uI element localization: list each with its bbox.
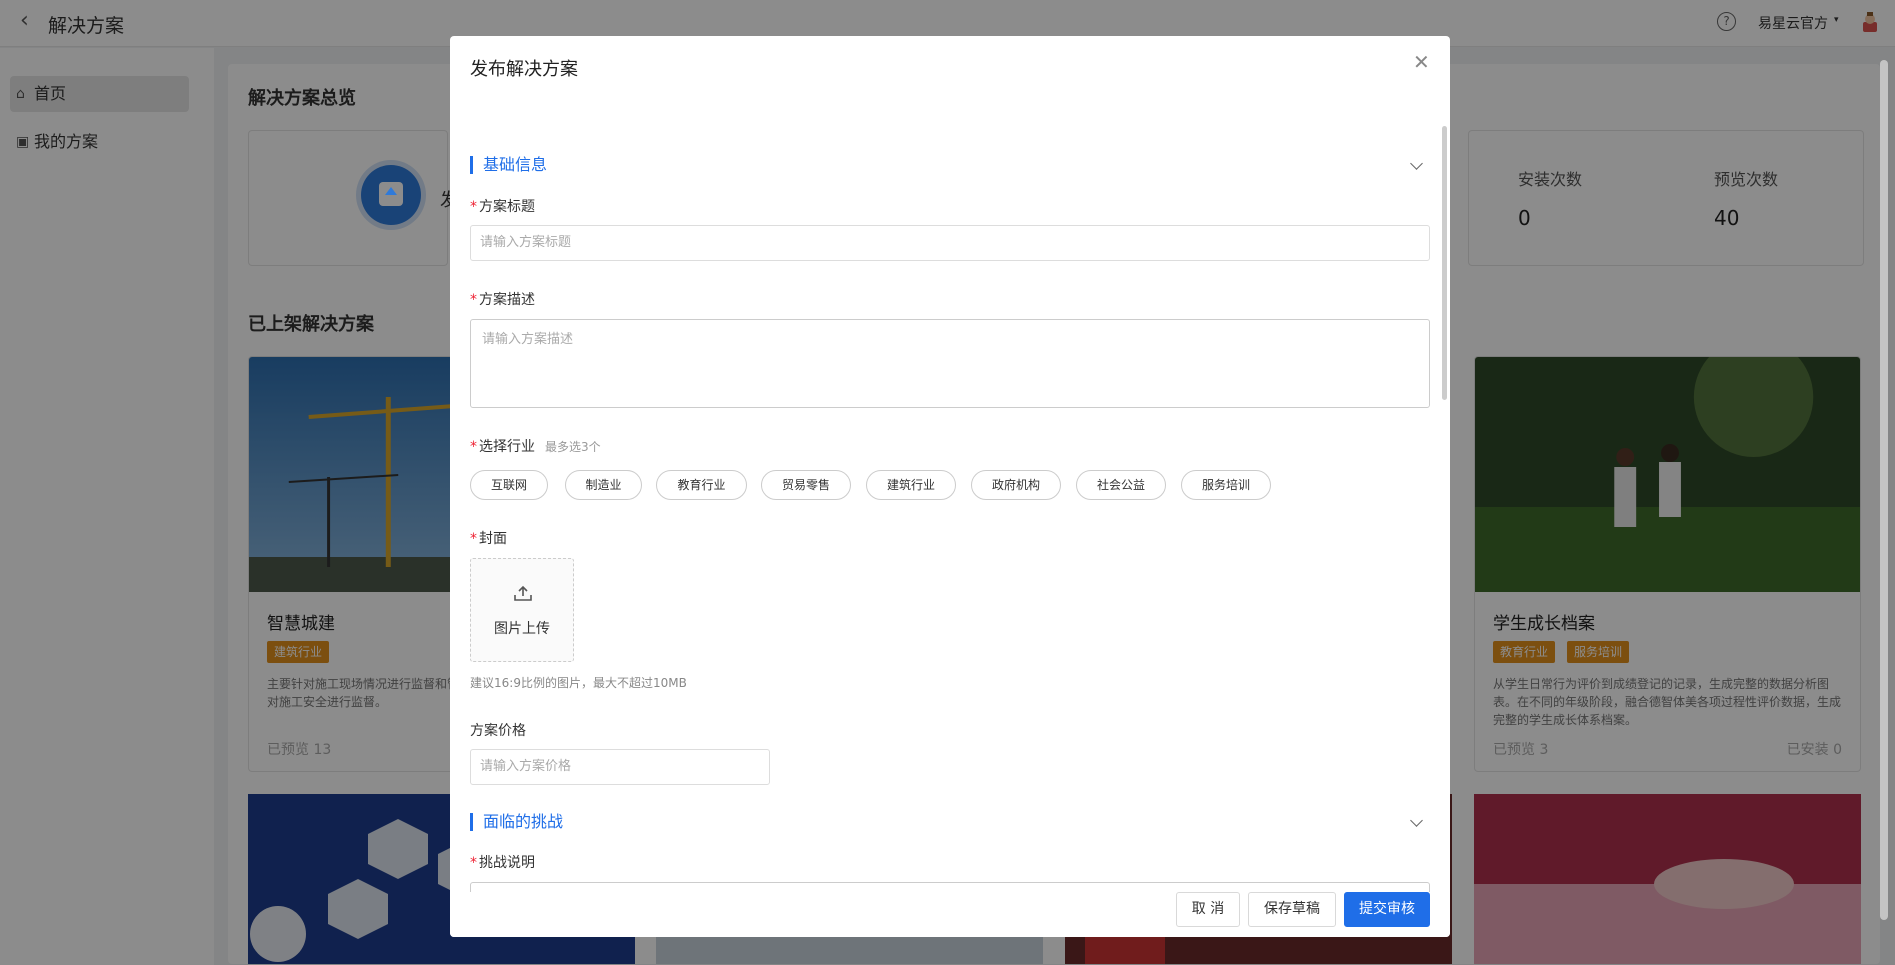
chevron-down-icon[interactable]	[1410, 157, 1423, 170]
title-label: * 方案标题	[470, 199, 535, 215]
dialog-body[interactable]: 基础信息 * 方案标题 请输入方案标题 * 方案描述 请输入方案描述 * 选择行业 最多…	[450, 96, 1450, 896]
cancel-button[interactable]: 取 消	[1176, 892, 1240, 927]
industry-chip-public-welfare[interactable]: 社会公益	[1076, 470, 1166, 500]
upload-label: 图片上传	[494, 621, 550, 637]
price-input[interactable]: 请输入方案价格	[470, 749, 770, 785]
dialog-footer: 取 消 保存草稿 提交审核	[450, 892, 1450, 937]
industry-chip-internet[interactable]: 互联网	[470, 470, 548, 500]
dialog-scrollbar[interactable]	[1442, 126, 1447, 400]
save-draft-button[interactable]: 保存草稿	[1248, 892, 1336, 927]
page-scrollbar[interactable]	[1880, 60, 1888, 920]
industry-label: * 选择行业 最多选3个	[470, 439, 601, 455]
industry-chip-construction[interactable]: 建筑行业	[866, 470, 956, 500]
publish-solution-dialog: 发布解决方案 ✕ 基础信息 * 方案标题 请输入方案标题 * 方案描述 请输入方案描…	[450, 36, 1450, 937]
challenge-label: * 挑战说明	[470, 855, 535, 871]
submit-review-button[interactable]: 提交审核	[1344, 892, 1430, 927]
description-textarea[interactable]: 请输入方案描述	[470, 319, 1430, 408]
industry-chip-retail[interactable]: 贸易零售	[761, 470, 851, 500]
industry-chip-government[interactable]: 政府机构	[971, 470, 1061, 500]
upload-hint: 建议16:9比例的图片，最大不超过10MB	[470, 676, 687, 690]
description-label: * 方案描述	[470, 292, 535, 308]
upload-icon	[514, 585, 532, 601]
chevron-down-icon[interactable]	[1410, 814, 1423, 827]
section-basic-info: 基础信息	[470, 156, 547, 174]
dialog-title: 发布解决方案	[470, 59, 578, 80]
cover-label: * 封面	[470, 531, 507, 547]
close-icon[interactable]: ✕	[1413, 50, 1430, 74]
section-challenge: 面临的挑战	[470, 813, 563, 831]
title-input[interactable]: 请输入方案标题	[470, 225, 1430, 261]
industry-chip-manufacturing[interactable]: 制造业	[565, 470, 642, 500]
industry-chip-education[interactable]: 教育行业	[656, 470, 747, 500]
industry-chip-training[interactable]: 服务培训	[1181, 470, 1271, 500]
image-upload[interactable]: 图片上传	[470, 558, 574, 662]
price-label: 方案价格	[470, 723, 526, 739]
